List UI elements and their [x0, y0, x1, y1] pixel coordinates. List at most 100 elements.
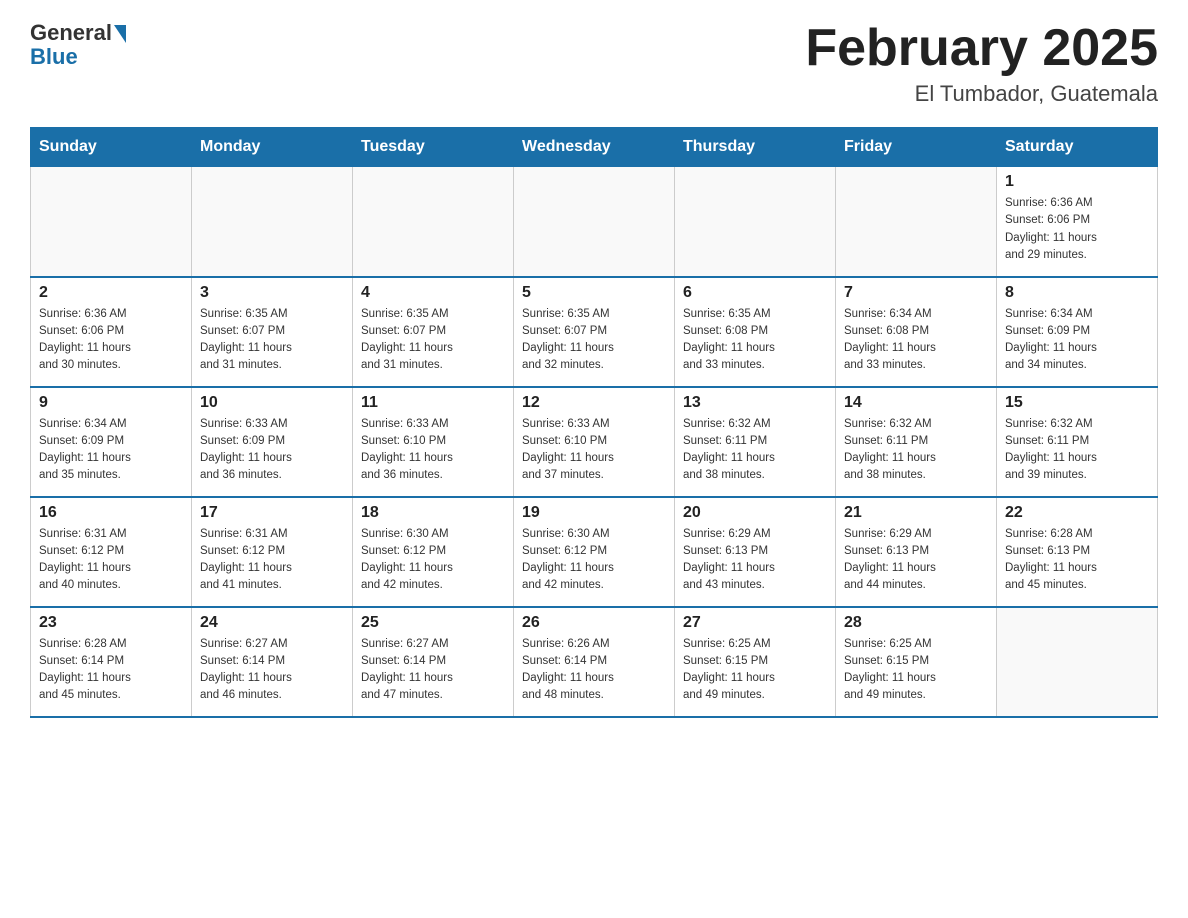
day-number: 17: [200, 504, 344, 522]
calendar-cell: 19Sunrise: 6:30 AM Sunset: 6:12 PM Dayli…: [514, 497, 675, 607]
day-header-monday: Monday: [192, 128, 353, 167]
calendar-cell: 23 Sunrise: 6:28 AM Sunset: 6:14 PM Dayli…: [31, 607, 192, 717]
title-section: February 2025 El Tumbador, Guatemala: [805, 20, 1158, 107]
day-number: 22: [1005, 504, 1149, 522]
day-number: 5: [522, 284, 666, 302]
day-info: Sunrise: 6:27 AM Sunset: 6:14 PM Dayligh…: [200, 636, 344, 705]
calendar-cell: 9 Sunrise: 6:34 AM Sunset: 6:09 PM Daylig…: [31, 387, 192, 497]
calendar-cell: 7 Sunrise: 6:34 AM Sunset: 6:08 PM Daylig…: [836, 277, 997, 387]
day-number: 13: [683, 394, 827, 412]
day-info: Sunrise: 6:35 AM Sunset: 6:07 PM Dayligh…: [200, 306, 344, 375]
day-header-wednesday: Wednesday: [514, 128, 675, 167]
calendar-header: SundayMondayTuesdayWednesdayThursdayFrid…: [31, 128, 1158, 167]
calendar-cell: [997, 607, 1158, 717]
calendar-week-3: 9 Sunrise: 6:34 AM Sunset: 6:09 PM Daylig…: [31, 387, 1158, 497]
day-info: Sunrise: 6:34 AM Sunset: 6:08 PM Dayligh…: [844, 306, 988, 375]
day-header-sunday: Sunday: [31, 128, 192, 167]
day-header-saturday: Saturday: [997, 128, 1158, 167]
day-info: Sunrise: 6:36 AM Sunset: 6:06 PM Dayligh…: [39, 306, 183, 375]
header-row: SundayMondayTuesdayWednesdayThursdayFrid…: [31, 128, 1158, 167]
calendar-cell: [675, 167, 836, 277]
calendar-cell: 13 Sunrise: 6:32 AM Sunset: 6:11 PM Dayli…: [675, 387, 836, 497]
calendar-cell: 14 Sunrise: 6:32 AM Sunset: 6:11 PM Dayli…: [836, 387, 997, 497]
day-info: Sunrise: 6:31 AM Sunset: 6:12 PM Dayligh…: [200, 526, 344, 595]
day-number: 15: [1005, 394, 1149, 412]
logo: General Blue: [30, 20, 126, 70]
calendar-cell: 2 Sunrise: 6:36 AM Sunset: 6:06 PM Daylig…: [31, 277, 192, 387]
day-info: Sunrise: 6:28 AM Sunset: 6:14 PM Dayligh…: [39, 636, 183, 705]
calendar-cell: 22Sunrise: 6:28 AM Sunset: 6:13 PM Dayli…: [997, 497, 1158, 607]
day-info: Sunrise: 6:29 AM Sunset: 6:13 PM Dayligh…: [844, 526, 988, 595]
day-number: 10: [200, 394, 344, 412]
logo-top: General: [30, 20, 126, 46]
day-number: 12: [522, 394, 666, 412]
day-info: Sunrise: 6:33 AM Sunset: 6:10 PM Dayligh…: [361, 416, 505, 485]
calendar-cell: 4Sunrise: 6:35 AM Sunset: 6:07 PM Daylig…: [353, 277, 514, 387]
calendar-cell: 15Sunrise: 6:32 AM Sunset: 6:11 PM Dayli…: [997, 387, 1158, 497]
calendar-week-5: 23 Sunrise: 6:28 AM Sunset: 6:14 PM Dayli…: [31, 607, 1158, 717]
calendar-cell: 25 Sunrise: 6:27 AM Sunset: 6:14 PM Dayli…: [353, 607, 514, 717]
day-number: 23: [39, 614, 183, 632]
calendar-cell: 11 Sunrise: 6:33 AM Sunset: 6:10 PM Dayli…: [353, 387, 514, 497]
calendar-cell: 12 Sunrise: 6:33 AM Sunset: 6:10 PM Dayli…: [514, 387, 675, 497]
day-header-tuesday: Tuesday: [353, 128, 514, 167]
day-info: Sunrise: 6:30 AM Sunset: 6:12 PM Dayligh…: [361, 526, 505, 595]
day-info: Sunrise: 6:35 AM Sunset: 6:07 PM Dayligh…: [522, 306, 666, 375]
day-number: 3: [200, 284, 344, 302]
calendar-cell: [353, 167, 514, 277]
day-number: 18: [361, 504, 505, 522]
day-info: Sunrise: 6:33 AM Sunset: 6:10 PM Dayligh…: [522, 416, 666, 485]
calendar-cell: [836, 167, 997, 277]
day-info: Sunrise: 6:35 AM Sunset: 6:08 PM Dayligh…: [683, 306, 827, 375]
calendar-cell: 5 Sunrise: 6:35 AM Sunset: 6:07 PM Daylig…: [514, 277, 675, 387]
logo-arrow-icon: [114, 25, 126, 43]
calendar-cell: 26 Sunrise: 6:26 AM Sunset: 6:14 PM Dayli…: [514, 607, 675, 717]
day-info: Sunrise: 6:32 AM Sunset: 6:11 PM Dayligh…: [844, 416, 988, 485]
calendar-cell: 27Sunrise: 6:25 AM Sunset: 6:15 PM Dayli…: [675, 607, 836, 717]
calendar-cell: 8 Sunrise: 6:34 AM Sunset: 6:09 PM Daylig…: [997, 277, 1158, 387]
logo-blue-text: Blue: [30, 44, 78, 70]
calendar-week-4: 16Sunrise: 6:31 AM Sunset: 6:12 PM Dayli…: [31, 497, 1158, 607]
day-number: 1: [1005, 173, 1149, 191]
day-number: 8: [1005, 284, 1149, 302]
calendar-cell: 10Sunrise: 6:33 AM Sunset: 6:09 PM Dayli…: [192, 387, 353, 497]
day-info: Sunrise: 6:35 AM Sunset: 6:07 PM Dayligh…: [361, 306, 505, 375]
location-title: El Tumbador, Guatemala: [805, 81, 1158, 107]
day-number: 24: [200, 614, 344, 632]
day-number: 9: [39, 394, 183, 412]
day-number: 14: [844, 394, 988, 412]
month-title: February 2025: [805, 20, 1158, 77]
calendar-cell: 3 Sunrise: 6:35 AM Sunset: 6:07 PM Daylig…: [192, 277, 353, 387]
day-info: Sunrise: 6:26 AM Sunset: 6:14 PM Dayligh…: [522, 636, 666, 705]
day-header-friday: Friday: [836, 128, 997, 167]
day-info: Sunrise: 6:34 AM Sunset: 6:09 PM Dayligh…: [1005, 306, 1149, 375]
calendar-cell: [192, 167, 353, 277]
calendar-cell: 1 Sunrise: 6:36 AM Sunset: 6:06 PM Daylig…: [997, 167, 1158, 277]
day-number: 11: [361, 394, 505, 412]
day-info: Sunrise: 6:25 AM Sunset: 6:15 PM Dayligh…: [683, 636, 827, 705]
calendar-cell: 16Sunrise: 6:31 AM Sunset: 6:12 PM Dayli…: [31, 497, 192, 607]
day-number: 7: [844, 284, 988, 302]
day-info: Sunrise: 6:30 AM Sunset: 6:12 PM Dayligh…: [522, 526, 666, 595]
day-info: Sunrise: 6:25 AM Sunset: 6:15 PM Dayligh…: [844, 636, 988, 705]
calendar-cell: 20Sunrise: 6:29 AM Sunset: 6:13 PM Dayli…: [675, 497, 836, 607]
day-number: 26: [522, 614, 666, 632]
calendar-cell: 28 Sunrise: 6:25 AM Sunset: 6:15 PM Dayli…: [836, 607, 997, 717]
calendar-week-2: 2 Sunrise: 6:36 AM Sunset: 6:06 PM Daylig…: [31, 277, 1158, 387]
day-number: 28: [844, 614, 988, 632]
day-number: 21: [844, 504, 988, 522]
day-number: 25: [361, 614, 505, 632]
day-info: Sunrise: 6:36 AM Sunset: 6:06 PM Dayligh…: [1005, 195, 1149, 264]
calendar-cell: [31, 167, 192, 277]
calendar-cell: 18 Sunrise: 6:30 AM Sunset: 6:12 PM Dayli…: [353, 497, 514, 607]
day-number: 2: [39, 284, 183, 302]
day-info: Sunrise: 6:32 AM Sunset: 6:11 PM Dayligh…: [683, 416, 827, 485]
day-info: Sunrise: 6:31 AM Sunset: 6:12 PM Dayligh…: [39, 526, 183, 595]
day-info: Sunrise: 6:27 AM Sunset: 6:14 PM Dayligh…: [361, 636, 505, 705]
calendar-cell: 17 Sunrise: 6:31 AM Sunset: 6:12 PM Dayli…: [192, 497, 353, 607]
calendar-cell: 21 Sunrise: 6:29 AM Sunset: 6:13 PM Dayli…: [836, 497, 997, 607]
calendar-body: 1 Sunrise: 6:36 AM Sunset: 6:06 PM Daylig…: [31, 167, 1158, 717]
day-info: Sunrise: 6:34 AM Sunset: 6:09 PM Dayligh…: [39, 416, 183, 485]
day-header-thursday: Thursday: [675, 128, 836, 167]
calendar-cell: 24 Sunrise: 6:27 AM Sunset: 6:14 PM Dayli…: [192, 607, 353, 717]
